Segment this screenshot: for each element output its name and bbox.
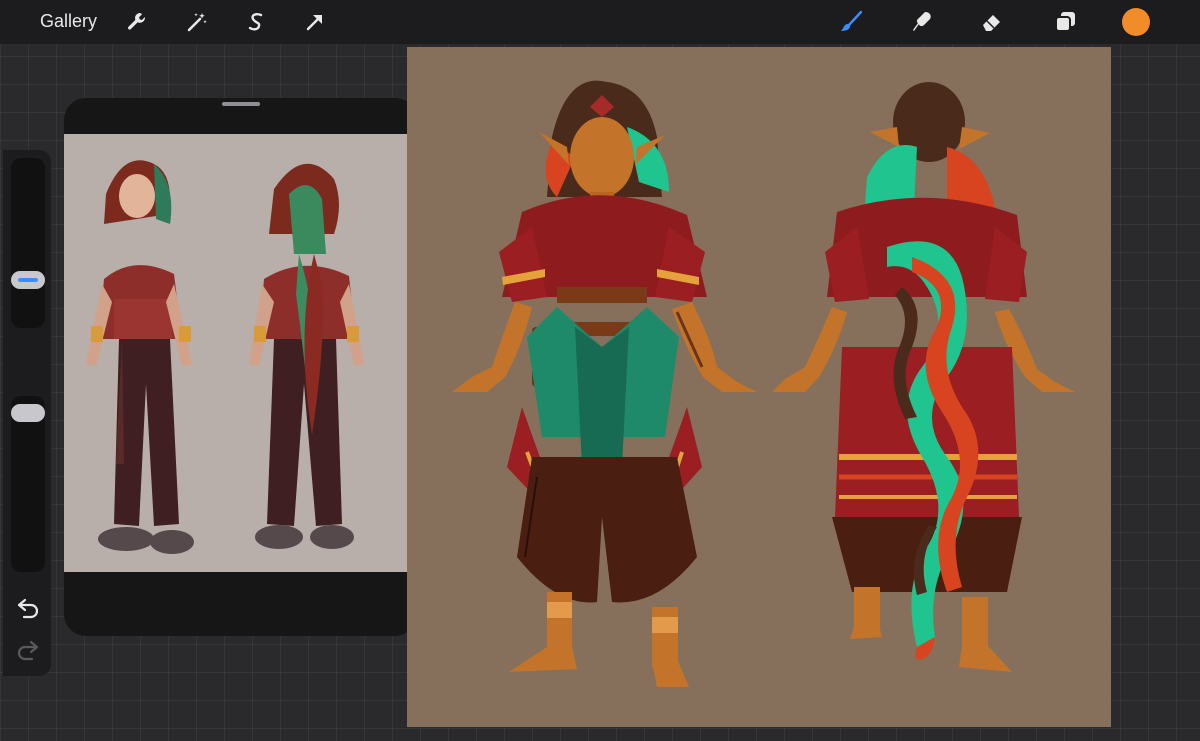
layers-icon[interactable] [1053,10,1077,34]
reference-image [64,134,414,572]
eraser-icon[interactable] [980,10,1004,34]
brush-size-slider[interactable] [11,158,45,328]
opacity-slider[interactable] [11,396,45,572]
selection-s-icon[interactable] [244,10,268,34]
transform-arrow-icon[interactable] [303,10,327,34]
redo-icon[interactable] [15,639,41,661]
magic-wand-icon[interactable] [185,10,209,34]
reference-drag-handle[interactable] [222,102,260,106]
reference-illustration [86,160,364,554]
brush-icon[interactable] [839,10,863,34]
color-picker-button[interactable] [1122,8,1150,36]
reference-window[interactable] [64,98,417,636]
left-sidebar [3,150,51,676]
opacity-thumb[interactable] [11,404,45,422]
undo-icon[interactable] [15,597,41,619]
top-toolbar: Gallery [0,0,1200,44]
back-figure [772,82,1075,672]
brush-size-thumb[interactable] [11,271,45,289]
smudge-icon[interactable] [910,10,934,34]
wrench-icon[interactable] [125,10,149,34]
canvas-illustration [452,80,1075,687]
front-figure [452,80,757,687]
drawing-canvas[interactable] [407,47,1111,727]
gallery-button[interactable]: Gallery [40,11,97,32]
